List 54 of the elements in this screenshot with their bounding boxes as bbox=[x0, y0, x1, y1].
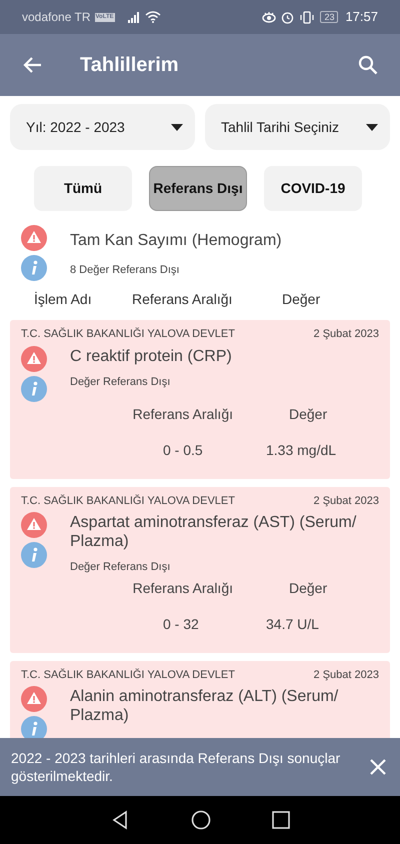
test-name: Aspartat aminotransferaz (AST) (Serum/ Plazma) bbox=[70, 513, 358, 551]
caret-icon bbox=[171, 124, 183, 130]
result-date: 2 Şubat 2023 bbox=[314, 668, 379, 682]
reference-range: 0 - 32 bbox=[163, 616, 199, 632]
filter-tab[interactable]: Tümü bbox=[34, 166, 132, 211]
back-arrow-icon[interactable] bbox=[22, 56, 42, 74]
dropdown[interactable]: Tahlil Tarihi Seçiniz bbox=[205, 104, 390, 150]
column-header: Değer bbox=[289, 580, 328, 596]
column-header: İşlem Adı bbox=[34, 291, 92, 307]
warning-icon bbox=[21, 346, 47, 372]
wifi-icon bbox=[144, 11, 161, 23]
warning-icon bbox=[21, 225, 47, 251]
alarm-icon bbox=[281, 10, 294, 24]
close-icon[interactable] bbox=[370, 759, 386, 775]
info-icon[interactable] bbox=[21, 255, 47, 281]
result-value: 1.33 mg/dL bbox=[266, 442, 336, 458]
result-card[interactable]: T.C. SAĞLIK BAKANLIĞI YALOVA DEVLET 2 Şubat 2023 Aspartat aminotransferaz (AST) (Serum/ Plazma) Değer Referans Dışı Referans Aralığı Değer 0 - 32 34.7 U/L bbox=[10, 486, 390, 652]
result-date: 2 Şubat 2023 bbox=[314, 494, 379, 508]
dropdown[interactable]: Yıl: 2022 - 2023 bbox=[10, 104, 195, 150]
reference-range: 0 - 0.5 bbox=[163, 442, 203, 458]
test-name: C reaktif protein (CRP) bbox=[70, 346, 233, 366]
hospital-name: T.C. SAĞLIK BAKANLIĞI YALOVA DEVLET bbox=[21, 494, 235, 508]
app-title: Tahlillerim bbox=[80, 53, 179, 78]
group-title: Tam Kan Sayımı (Hemogram) bbox=[70, 231, 282, 251]
result-status: Değer Referans Dışı bbox=[70, 374, 172, 390]
hospital-name: T.C. SAĞLIK BAKANLIĞI YALOVA DEVLET bbox=[21, 668, 235, 682]
signal-icon bbox=[126, 12, 141, 22]
column-header: Referans Aralığı bbox=[132, 580, 233, 596]
recents-icon[interactable] bbox=[272, 811, 290, 829]
column-header: Referans Aralığı bbox=[132, 406, 233, 422]
clock-time: 17:57 bbox=[345, 8, 378, 26]
home-icon[interactable] bbox=[190, 810, 211, 830]
warning-icon bbox=[21, 512, 47, 538]
search-icon[interactable] bbox=[358, 55, 378, 75]
filter-tab[interactable]: COVID-19 bbox=[264, 166, 362, 211]
result-date: 2 Şubat 2023 bbox=[314, 327, 379, 342]
result-status: Değer Referans Dışı bbox=[70, 560, 172, 575]
filter-tab[interactable]: Referans Dışı bbox=[149, 166, 247, 211]
info-icon[interactable] bbox=[21, 376, 47, 402]
test-name: Alanin aminotransferaz (ALT) (Serum/ Plazma) bbox=[70, 687, 340, 725]
warning-icon bbox=[21, 686, 47, 712]
carrier-label: vodafone TR bbox=[22, 9, 90, 26]
info-icon[interactable] bbox=[21, 542, 47, 568]
result-card[interactable]: T.C. SAĞLIK BAKANLIĞI YALOVA DEVLET 2 Şubat 2023 C reaktif protein (CRP) Değer Referans Dışı Referans Aralığı Değer 0 - 0.5 1.33 mg/dL bbox=[10, 320, 390, 478]
column-header: Değer bbox=[282, 291, 320, 307]
group-subtitle: 8 Değer Referans Dışı bbox=[70, 263, 180, 278]
column-header: Değer bbox=[289, 406, 328, 422]
result-value: 34.7 U/L bbox=[266, 616, 319, 632]
battery-level: 23 bbox=[320, 11, 338, 23]
vibrate-icon bbox=[299, 10, 316, 24]
hospital-name: T.C. SAĞLIK BAKANLIĞI YALOVA DEVLET bbox=[21, 326, 235, 342]
caret-icon bbox=[366, 124, 378, 130]
eye-icon bbox=[262, 11, 276, 23]
column-header: Referans Aralığı bbox=[132, 291, 232, 307]
